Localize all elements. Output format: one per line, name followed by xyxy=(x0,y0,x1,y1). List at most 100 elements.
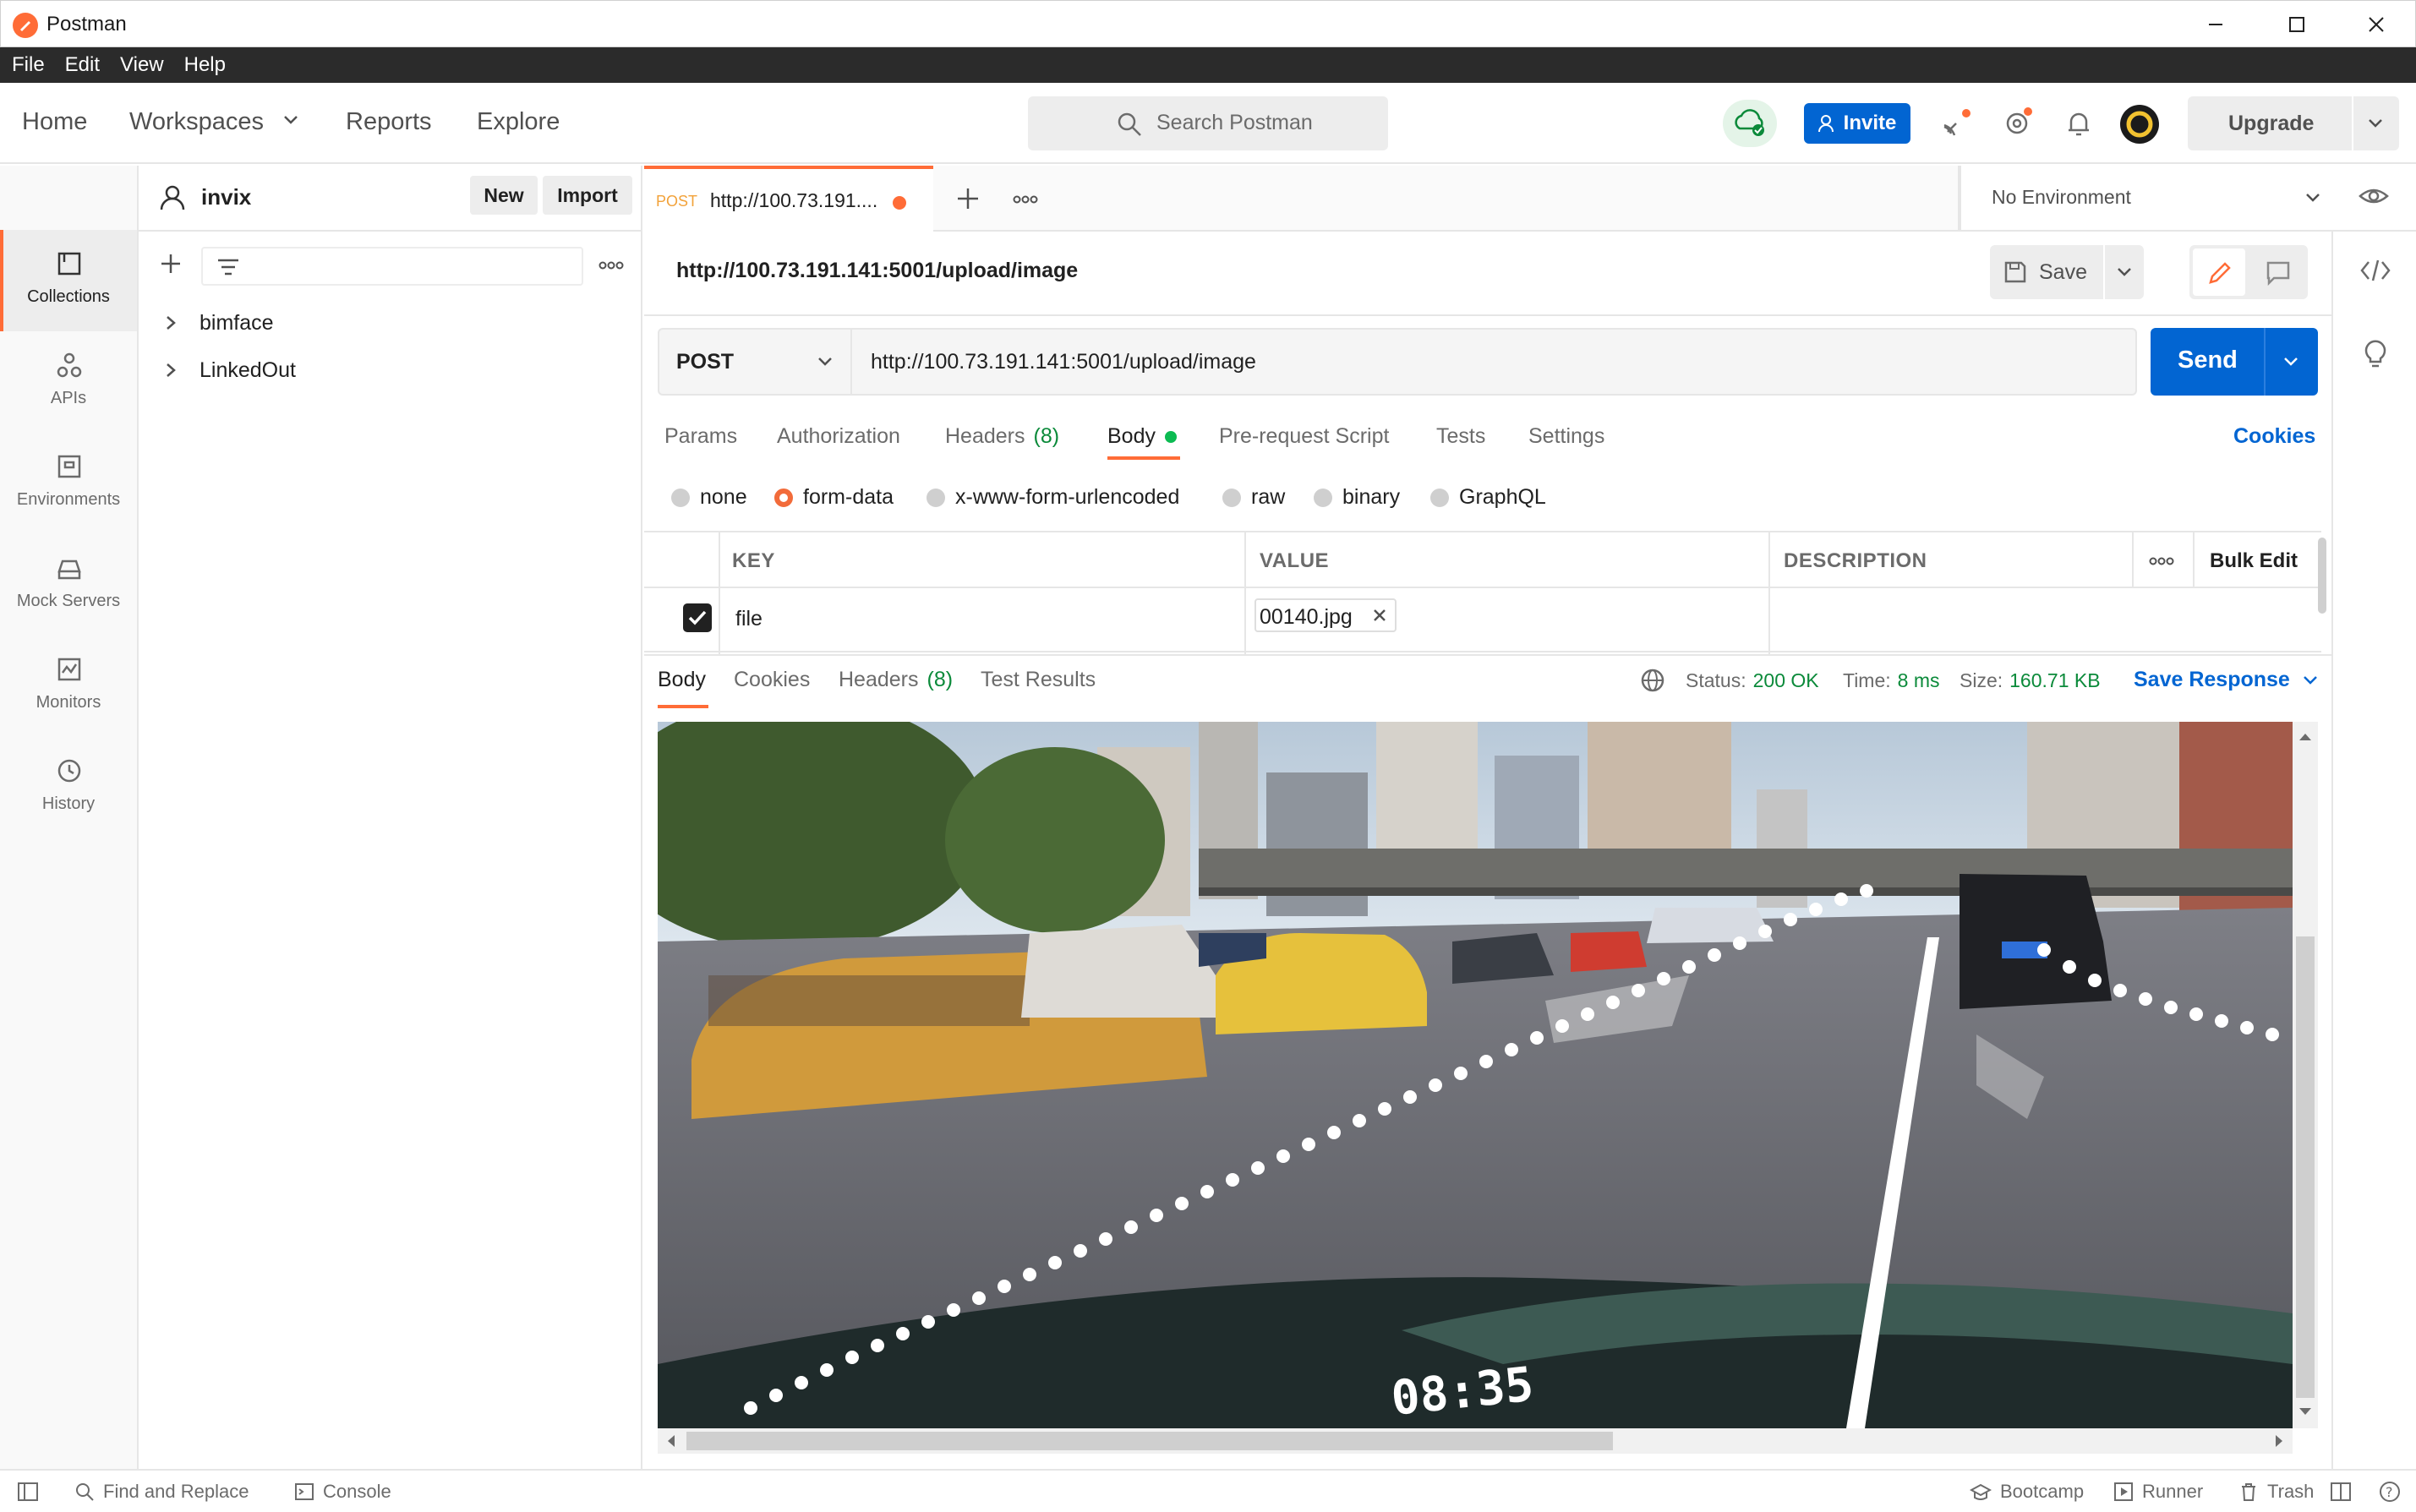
save-response-button[interactable]: Save Response xyxy=(2134,668,2319,692)
tab-settings[interactable]: Settings xyxy=(1528,424,1604,449)
sidebar-item-history[interactable]: History xyxy=(0,737,137,838)
avatar[interactable] xyxy=(2118,103,2161,145)
horizontal-scroll-thumb[interactable] xyxy=(686,1432,1613,1450)
workspaces-chevron-down-icon[interactable] xyxy=(282,113,299,127)
sidebar-item-mock-servers[interactable]: Mock Servers xyxy=(0,534,137,636)
lightbulb-icon[interactable] xyxy=(2362,338,2389,368)
sidebar-item-monitors[interactable]: Monitors xyxy=(0,636,137,737)
more-options-icon[interactable] xyxy=(599,260,624,270)
toggle-sidebar-icon[interactable] xyxy=(17,1482,39,1502)
image-horizontal-scrollbar[interactable] xyxy=(658,1428,2293,1454)
tabs-more-icon[interactable] xyxy=(1013,194,1038,205)
response-tab-headers[interactable]: Headers (8) xyxy=(839,668,953,692)
file-chip[interactable]: 00140.jpg xyxy=(1254,598,1397,632)
close-window-button[interactable] xyxy=(2359,9,2393,40)
request-name[interactable]: http://100.73.191.141:5001/upload/image xyxy=(676,259,1078,283)
save-button[interactable]: Save xyxy=(1990,245,2103,299)
tab-pre-request-script[interactable]: Pre-request Script xyxy=(1219,424,1389,449)
tab-title: http://100.73.191.... xyxy=(710,189,878,211)
app-header: Home Workspaces Reports Explore Search P… xyxy=(0,83,2416,164)
runner-button[interactable]: Runner xyxy=(2113,1481,2203,1503)
row-key[interactable]: file xyxy=(735,607,763,631)
menu-file[interactable]: File xyxy=(12,47,45,83)
import-button[interactable]: Import xyxy=(543,176,632,215)
tab-headers[interactable]: Headers (8) xyxy=(945,424,1059,449)
url-input[interactable]: http://100.73.191.141:5001/upload/image xyxy=(852,328,2137,396)
response-tab-body[interactable]: Body xyxy=(658,668,708,708)
maximize-button[interactable] xyxy=(2280,9,2314,40)
console-button[interactable]: Console xyxy=(294,1481,391,1503)
runner-label: Runner xyxy=(2142,1481,2204,1502)
help-icon[interactable]: ? xyxy=(2379,1481,2401,1503)
tab-headers-label: Headers xyxy=(945,424,1025,448)
scroll-left-arrow-icon[interactable] xyxy=(663,1428,680,1454)
form-data-table: KEY VALUE DESCRIPTION Bulk Edit file 001… xyxy=(644,531,2321,654)
sidebar-item-apis[interactable]: APIs xyxy=(0,331,137,433)
image-vertical-scrollbar[interactable] xyxy=(2293,722,2318,1428)
comments-button[interactable] xyxy=(2252,248,2304,296)
row-enabled-checkbox[interactable] xyxy=(683,603,712,632)
nav-explore[interactable]: Explore xyxy=(477,108,560,136)
invite-button[interactable]: Invite xyxy=(1804,103,1910,144)
upgrade-chevron-down-icon[interactable] xyxy=(2367,117,2384,130)
search-input[interactable]: Search Postman xyxy=(1028,96,1388,150)
console-icon xyxy=(295,1483,314,1500)
tab-tests[interactable]: Tests xyxy=(1436,424,1485,449)
edit-pencil-button[interactable] xyxy=(2193,248,2245,296)
scroll-up-arrow-icon[interactable] xyxy=(2293,729,2318,745)
sync-status-icon[interactable] xyxy=(1723,100,1777,147)
scroll-down-arrow-icon[interactable] xyxy=(2293,1403,2318,1420)
menu-edit[interactable]: Edit xyxy=(65,47,100,83)
sidebar-item-collections[interactable]: Collections xyxy=(0,230,137,331)
settings-gear-icon[interactable] xyxy=(2002,106,2034,139)
response-tab-headers-count: (8) xyxy=(926,668,954,691)
mock-servers-icon xyxy=(56,554,83,581)
tab-method: POST xyxy=(656,193,698,210)
search-icon xyxy=(76,1483,94,1501)
body-type-label: form-data xyxy=(803,485,894,509)
environment-quick-look-eye-icon[interactable] xyxy=(2359,184,2389,208)
menu-view[interactable]: View xyxy=(120,47,164,83)
notifications-bell-icon[interactable] xyxy=(2064,108,2093,139)
scroll-right-arrow-icon[interactable] xyxy=(2271,1428,2288,1454)
table-scrollbar[interactable] xyxy=(2318,538,2326,614)
sidebar-item-label: Mock Servers xyxy=(16,592,121,610)
bulk-edit-link[interactable]: Bulk Edit xyxy=(2210,549,2298,573)
menu-help[interactable]: Help xyxy=(184,47,226,83)
remove-file-close-icon[interactable] xyxy=(1371,607,1388,624)
nav-home[interactable]: Home xyxy=(22,108,87,136)
table-more-icon[interactable] xyxy=(2149,556,2174,566)
filter-collections-input[interactable] xyxy=(201,247,583,286)
request-tab[interactable]: POST http://100.73.191.... xyxy=(644,166,933,232)
send-button[interactable]: Send xyxy=(2151,328,2318,396)
new-tab-plus-icon[interactable] xyxy=(955,186,981,211)
body-type-label: GraphQL xyxy=(1459,485,1546,509)
tab-body[interactable]: Body xyxy=(1107,418,1180,460)
new-button[interactable]: New xyxy=(470,176,538,215)
method-select[interactable]: POST xyxy=(658,328,852,396)
send-chevron-down-icon[interactable] xyxy=(2282,355,2299,368)
upgrade-button[interactable]: Upgrade xyxy=(2188,96,2399,150)
bootcamp-button[interactable]: Bootcamp xyxy=(1970,1481,2084,1503)
minimize-button[interactable] xyxy=(2199,9,2233,40)
globe-icon[interactable] xyxy=(1640,668,1665,693)
add-collection-icon[interactable] xyxy=(159,252,183,276)
cookies-link[interactable]: Cookies xyxy=(2233,424,2315,449)
tab-params[interactable]: Params xyxy=(664,424,737,449)
two-pane-view-icon[interactable] xyxy=(2330,1482,2352,1502)
code-snippet-icon[interactable] xyxy=(2360,259,2391,282)
trash-button[interactable]: Trash xyxy=(2238,1481,2314,1503)
nav-reports[interactable]: Reports xyxy=(346,108,432,136)
sidebar-item-environments[interactable]: Environments xyxy=(0,433,137,534)
response-tab-test-results[interactable]: Test Results xyxy=(981,668,1096,692)
bootcamp-icon xyxy=(1970,1483,1992,1500)
trash-label: Trash xyxy=(2267,1481,2315,1502)
tab-authorization[interactable]: Authorization xyxy=(777,424,900,449)
nav-workspaces[interactable]: Workspaces xyxy=(129,108,264,136)
response-tab-cookies[interactable]: Cookies xyxy=(734,668,810,692)
find-and-replace-button[interactable]: Find and Replace xyxy=(74,1481,249,1503)
satellite-icon[interactable] xyxy=(1943,108,1973,139)
environment-dropdown[interactable]: No Environment xyxy=(1960,166,2333,230)
vertical-scroll-thumb[interactable] xyxy=(2296,936,2315,1398)
save-options-button[interactable] xyxy=(2105,245,2144,299)
